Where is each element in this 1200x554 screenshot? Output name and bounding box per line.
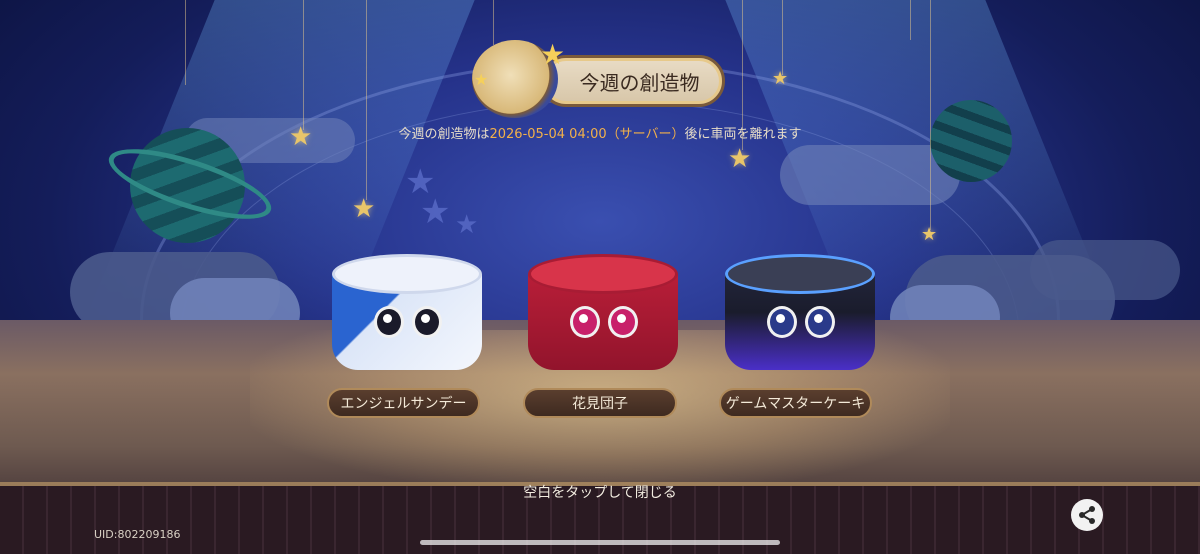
- popup-title: 今週の創造物: [579, 70, 700, 95]
- share-icon: [1079, 506, 1095, 524]
- notice-prefix: 今週の創造物は: [398, 127, 490, 142]
- creation-name: ゲームマスターケーキ: [725, 396, 866, 412]
- user-id-label: UID:802209186: [94, 528, 181, 541]
- star-icon: ★: [921, 224, 938, 245]
- creation-name-pill[interactable]: ゲームマスターケーキ: [719, 388, 872, 418]
- hanging-string: [493, 0, 494, 45]
- event-popup-scene[interactable]: ★ ★ ★ ★ ★ ★ ★ ★ 今週の創造物 ★ ★ 今週の創造物は2026-0…: [0, 0, 1200, 554]
- creation-name-pill[interactable]: 花見団子: [523, 388, 677, 418]
- cake-top: [332, 254, 482, 294]
- creature-eyes: [374, 306, 444, 340]
- tap-to-close-hint: 空白をタップして閉じる: [523, 485, 677, 501]
- creation-name: 花見団子: [572, 396, 628, 412]
- star-icon: ★: [455, 210, 479, 240]
- notice-datetime: 2026-05-04 04:00（サーバー）: [489, 127, 685, 142]
- creation-angel-sundae[interactable]: [332, 254, 482, 372]
- creation-hanami-dango[interactable]: [528, 254, 678, 372]
- title-banner: 今週の創造物: [540, 55, 725, 107]
- star-icon: ★: [728, 144, 752, 174]
- star-icon: ★: [352, 194, 376, 224]
- notice-suffix: 後に車両を離れます: [684, 127, 802, 142]
- departure-notice: 今週の創造物は2026-05-04 04:00（サーバー）後に車両を離れます: [0, 123, 1200, 142]
- hanging-string: [366, 0, 367, 200]
- hanging-string: [930, 0, 931, 230]
- creature-eyes: [767, 306, 837, 340]
- cloud: [1030, 240, 1180, 300]
- creation-name: エンジェルサンデー: [340, 396, 467, 412]
- home-indicator[interactable]: [420, 540, 780, 545]
- star-icon: ★: [474, 70, 489, 89]
- cake-top: [528, 254, 678, 294]
- star-icon: ★: [540, 38, 566, 71]
- hanging-string: [303, 0, 304, 130]
- creation-game-master-cake[interactable]: [725, 254, 875, 372]
- star-icon: ★: [420, 192, 451, 232]
- cake-top: [725, 254, 875, 294]
- creature-eyes: [570, 306, 640, 340]
- hanging-string: [910, 0, 911, 40]
- star-icon: ★: [772, 68, 789, 89]
- share-button[interactable]: [1071, 499, 1103, 531]
- hanging-string: [185, 0, 186, 85]
- hanging-string: [782, 0, 783, 75]
- creation-name-pill[interactable]: エンジェルサンデー: [327, 388, 480, 418]
